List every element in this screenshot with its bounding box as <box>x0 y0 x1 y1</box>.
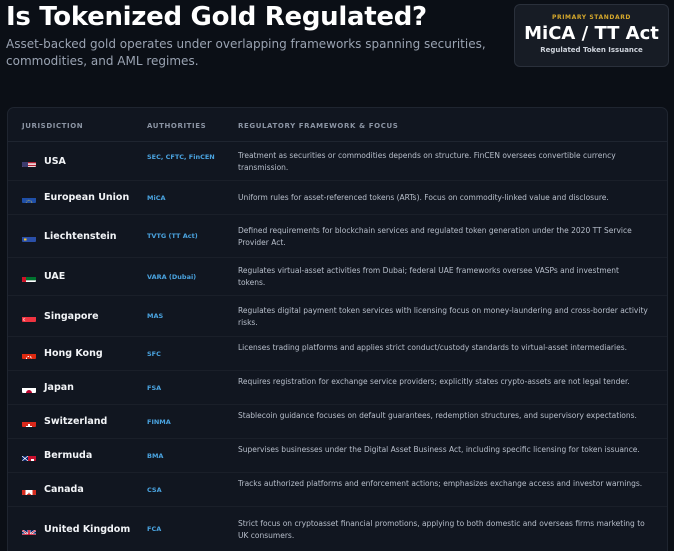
table-row: Canada CSA Tracks authorized platforms and… <box>8 473 667 507</box>
authorities-text: TVTG (TT Act) <box>147 232 198 240</box>
primary-standard-badge: PRIMARY STANDARD MiCA / TT Act Regulated… <box>514 4 669 67</box>
authorities-text: VARA (Dubai) <box>147 272 197 281</box>
table-row: United Kingdom FCA Strict focus on cryptoa… <box>8 507 667 551</box>
authorities-text: MAS <box>147 312 164 320</box>
framework-text: Supervises businesses under the Digital … <box>238 445 640 454</box>
table-header: JURISDICTION AUTHORITIES REGULATORY FRAM… <box>8 108 667 142</box>
table-row: Switzerland FINMA Stablecoin guidance focu… <box>8 405 667 439</box>
jurisdiction-name: European Union <box>44 192 130 203</box>
framework-text: Regulates virtual-asset activities from … <box>238 266 619 287</box>
table-row: Liechtenstein TVTG (TT Act) Defined requir… <box>8 215 667 258</box>
authorities-text: SEC, CFTC, FinCEN <box>147 152 215 161</box>
uk-flag-icon <box>22 525 36 535</box>
authorities-text: SFC <box>147 349 161 358</box>
table-row: Japan FSA Requires registration for exchan… <box>8 371 667 405</box>
liechtenstein-flag-icon <box>22 232 36 242</box>
table-row: Singapore MAS Regulates digital payment to… <box>8 296 667 337</box>
us-flag-icon <box>22 157 36 167</box>
table-row: European Union MiCA Uniform rules for asse… <box>8 181 667 215</box>
uae-flag-icon <box>22 272 36 282</box>
table-row: USA SEC, CFTC, FinCEN Treatment as securit… <box>8 142 667 181</box>
bermuda-flag-icon <box>22 451 36 461</box>
badge-value: MiCA / TT Act <box>524 23 659 44</box>
eu-flag-icon <box>22 193 36 203</box>
japan-flag-icon <box>22 383 36 393</box>
jurisdiction-name: Canada <box>44 484 84 495</box>
hong-kong-flag-icon <box>22 349 36 359</box>
jurisdiction-name: Singapore <box>44 310 99 322</box>
authorities-text: FCA <box>147 525 162 533</box>
singapore-flag-icon <box>22 312 36 322</box>
jurisdiction-name: Switzerland <box>44 416 108 427</box>
table-row: UAE VARA (Dubai) Regulates virtual-asset a… <box>8 258 667 296</box>
authorities-text: BMA <box>147 451 164 460</box>
badge-caption: Regulated Token Issuance <box>540 46 643 54</box>
column-header-framework: REGULATORY FRAMEWORK & FOCUS <box>238 122 399 130</box>
authorities-text: CSA <box>147 485 162 494</box>
framework-text: Stablecoin guidance focuses on default g… <box>238 411 637 420</box>
jurisdiction-name: UAE <box>44 271 66 282</box>
framework-text: Treatment as securities or commodities d… <box>238 150 616 172</box>
jurisdiction-name: Hong Kong <box>44 348 103 359</box>
framework-text: Uniform rules for asset-referenced token… <box>238 193 609 202</box>
canada-flag-icon <box>22 485 36 495</box>
authorities-text: FINMA <box>147 417 171 426</box>
column-header-authorities: AUTHORITIES <box>147 122 207 130</box>
framework-text: Regulates digital payment token services… <box>238 305 648 327</box>
table-row: Hong Kong SFC Licenses trading platforms a… <box>8 337 667 371</box>
page-subtitle: Asset-backed gold operates under overlap… <box>6 37 486 68</box>
page-title: Is Tokenized Gold Regulated? <box>6 2 427 32</box>
framework-text: Tracks authorized platforms and enforcem… <box>238 479 643 488</box>
switzerland-flag-icon <box>22 417 36 427</box>
framework-text: Defined requirements for blockchain serv… <box>238 225 632 247</box>
table-row: Bermuda BMA Supervises businesses under th… <box>8 439 667 473</box>
jurisdiction-name: USA <box>44 155 66 167</box>
badge-label: PRIMARY STANDARD <box>551 14 632 21</box>
framework-text: Strict focus on cryptoasset financial pr… <box>238 518 645 540</box>
framework-text: Requires registration for exchange servi… <box>238 377 630 386</box>
jurisdiction-name: United Kingdom <box>44 523 131 535</box>
jurisdiction-name: Liechtenstein <box>44 230 117 242</box>
regulation-table: JURISDICTION AUTHORITIES REGULATORY FRAM… <box>7 107 668 551</box>
authorities-text: FSA <box>147 383 162 392</box>
jurisdiction-name: Japan <box>44 382 74 393</box>
column-header-jurisdiction: JURISDICTION <box>22 122 84 130</box>
framework-text: Licenses trading platforms and applies s… <box>238 343 627 352</box>
authorities-text: MiCA <box>147 193 166 202</box>
jurisdiction-name: Bermuda <box>44 450 93 461</box>
